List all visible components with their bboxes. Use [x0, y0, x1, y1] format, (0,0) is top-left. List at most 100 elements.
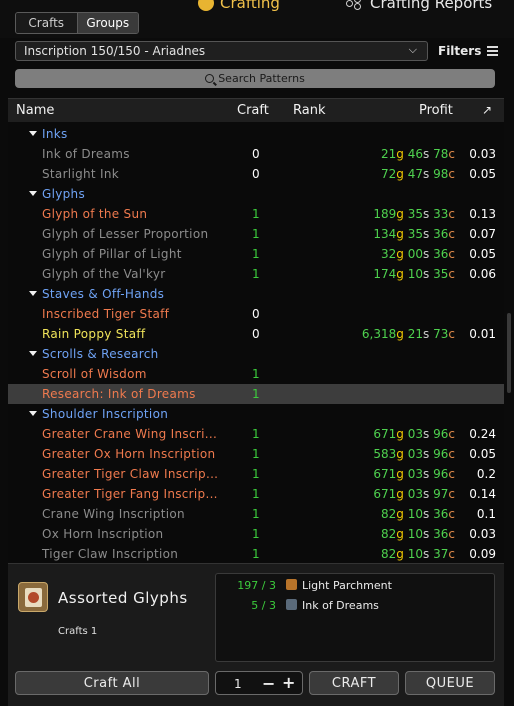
silver-unit: s — [423, 247, 430, 261]
table-row[interactable]: Tiger Claw Inscription 1 82g 10s 37c 0.09 — [8, 544, 504, 564]
craft-button[interactable]: CRAFT — [309, 671, 399, 695]
table-row[interactable]: Scroll of Wisdom 1 — [8, 364, 504, 384]
recipe-name: Glyph of the Sun — [42, 207, 148, 221]
profit-rank: 0.01 — [469, 327, 496, 341]
filters-button[interactable]: Filters — [438, 41, 499, 61]
gold-unit: g — [396, 527, 404, 541]
copper-unit: c — [448, 227, 455, 241]
category-row[interactable]: Inks — [8, 124, 504, 144]
craft-count: 1 — [252, 487, 260, 501]
column-profit[interactable]: Profit — [419, 103, 453, 118]
profit-copper: 33 — [433, 207, 449, 221]
gold-unit: g — [396, 547, 404, 561]
profit-value: 671g 03s 96c — [373, 467, 455, 481]
table-row[interactable]: Inscribed Tiger Staff 0 — [8, 304, 504, 324]
profit-gold: 82 — [381, 507, 397, 521]
groups-toggle-button[interactable]: Groups — [76, 13, 138, 33]
profit-silver: 47 — [407, 167, 424, 181]
copper-unit: c — [448, 427, 455, 441]
profit-gold: 583 — [373, 447, 397, 461]
table-scrollbar[interactable] — [507, 313, 511, 393]
recipe-name: Greater Crane Wing Inscri... — [42, 427, 218, 441]
profit-rank: 0.03 — [469, 147, 496, 161]
table-row[interactable]: Glyph of Pillar of Light 1 32g 00s 36c 0.05 — [8, 244, 504, 264]
silver-unit: s — [423, 267, 430, 281]
filters-label: Filters — [438, 44, 482, 58]
table-row[interactable]: Ox Horn Inscription 1 82g 10s 36c 0.03 — [8, 524, 504, 544]
table-row[interactable]: Rain Poppy Staff 0 6,318g 21s 73c 0.01 — [8, 324, 504, 344]
minus-icon[interactable]: − — [262, 674, 275, 693]
profit-gold: 189 — [373, 207, 397, 221]
profit-gold: 6,318 — [361, 327, 397, 341]
tab-crafting[interactable]: Crafting — [198, 0, 280, 12]
category-row[interactable]: Shoulder Inscription — [8, 404, 504, 424]
profit-rank: 0.05 — [469, 167, 496, 181]
profit-copper: 96 — [433, 467, 449, 481]
category-row[interactable]: Scrolls & Research — [8, 344, 504, 364]
category-row[interactable]: Staves & Off-Hands — [8, 284, 504, 304]
table-row[interactable]: Greater Tiger Fang Inscrip... 1 671g 03s 9… — [8, 484, 504, 504]
table-row[interactable]: Research: Ink of Dreams 1 — [8, 384, 504, 404]
quantity-input[interactable]: 1 — [234, 677, 242, 691]
recipe-name: Greater Ox Horn Inscription — [42, 447, 216, 461]
table-row[interactable]: Greater Tiger Claw Inscrip... 1 671g 03s 9… — [8, 464, 504, 484]
copper-unit: c — [448, 547, 455, 561]
profession-dropdown-value: Inscription 150/150 - Ariadnes — [24, 44, 206, 58]
sort-trend-icon[interactable]: ↗ — [482, 103, 492, 117]
copper-unit: c — [448, 267, 455, 281]
table-row[interactable]: Ink of Dreams 0 21g 46s 78c 0.03 — [8, 144, 504, 164]
plus-icon[interactable]: + — [282, 673, 295, 692]
recipe-name: Inscribed Tiger Staff — [42, 307, 170, 321]
crafts-toggle-button[interactable]: Crafts — [16, 13, 77, 33]
tab-reports-label: Crafting Reports — [370, 0, 493, 12]
profit-silver: 03 — [407, 487, 424, 501]
recipe-name: Ink of Dreams — [42, 147, 130, 161]
ink-icon — [286, 599, 297, 610]
copper-unit: c — [448, 467, 455, 481]
table-row[interactable]: Greater Ox Horn Inscription 1 583g 03s 96c… — [8, 444, 504, 464]
table-row[interactable]: Greater Crane Wing Inscri... 1 671g 03s 96… — [8, 424, 504, 444]
copper-unit: c — [448, 167, 455, 181]
search-input[interactable]: Search Patterns — [15, 69, 495, 88]
crafting-coin-icon — [198, 0, 214, 11]
gold-unit: g — [396, 487, 404, 501]
column-craft[interactable]: Craft — [237, 103, 269, 118]
profession-dropdown[interactable]: Inscription 150/150 - Ariadnes ⌵ — [15, 41, 428, 61]
profit-copper: 96 — [433, 447, 449, 461]
quantity-stepper: 1 − + — [215, 671, 303, 695]
profit-copper: 36 — [433, 507, 449, 521]
caret-down-icon[interactable] — [29, 191, 37, 196]
caret-down-icon[interactable] — [29, 351, 37, 356]
caret-down-icon[interactable] — [29, 291, 37, 296]
tab-crafting-reports[interactable]: Crafting Reports — [346, 0, 492, 12]
profit-gold: 82 — [381, 527, 397, 541]
table-row[interactable]: Glyph of the Val'kyr 1 174g 10s 35c 0.06 — [8, 264, 504, 284]
table-row[interactable]: Crane Wing Inscription 1 82g 10s 36c 0.1 — [8, 504, 504, 524]
craft-count: 1 — [252, 367, 260, 381]
profit-gold: 174 — [373, 267, 397, 281]
column-rank[interactable]: Rank — [293, 103, 325, 118]
profit-rank: 0.09 — [469, 547, 496, 561]
category-row[interactable]: Glyphs — [8, 184, 504, 204]
profit-value: 21g 46s 78c — [381, 147, 455, 161]
caret-down-icon[interactable] — [29, 411, 37, 416]
craft-all-button[interactable]: Craft All — [15, 671, 209, 695]
table-row[interactable]: Glyph of the Sun 1 189g 35s 33c 0.13 — [8, 204, 504, 224]
profit-copper: 36 — [433, 227, 449, 241]
assorted-glyphs-icon — [18, 582, 48, 612]
column-name[interactable]: Name — [16, 103, 54, 118]
caret-down-icon[interactable] — [29, 131, 37, 136]
silver-unit: s — [423, 487, 430, 501]
table-row[interactable]: Glyph of Lesser Proportion 1 134g 35s 36c 0… — [8, 224, 504, 244]
gold-unit: g — [396, 167, 404, 181]
gold-unit: g — [396, 507, 404, 521]
queue-button[interactable]: QUEUE — [405, 671, 495, 695]
gold-unit: g — [396, 267, 404, 281]
craft-count: 1 — [252, 447, 260, 461]
profit-rank: 0.05 — [469, 247, 496, 261]
table-row[interactable]: Starlight Ink 0 72g 47s 98c 0.05 — [8, 164, 504, 184]
category-name: Staves & Off-Hands — [42, 287, 165, 301]
copper-unit: c — [448, 327, 455, 341]
silver-unit: s — [423, 167, 430, 181]
craft-count: 0 — [252, 307, 260, 321]
